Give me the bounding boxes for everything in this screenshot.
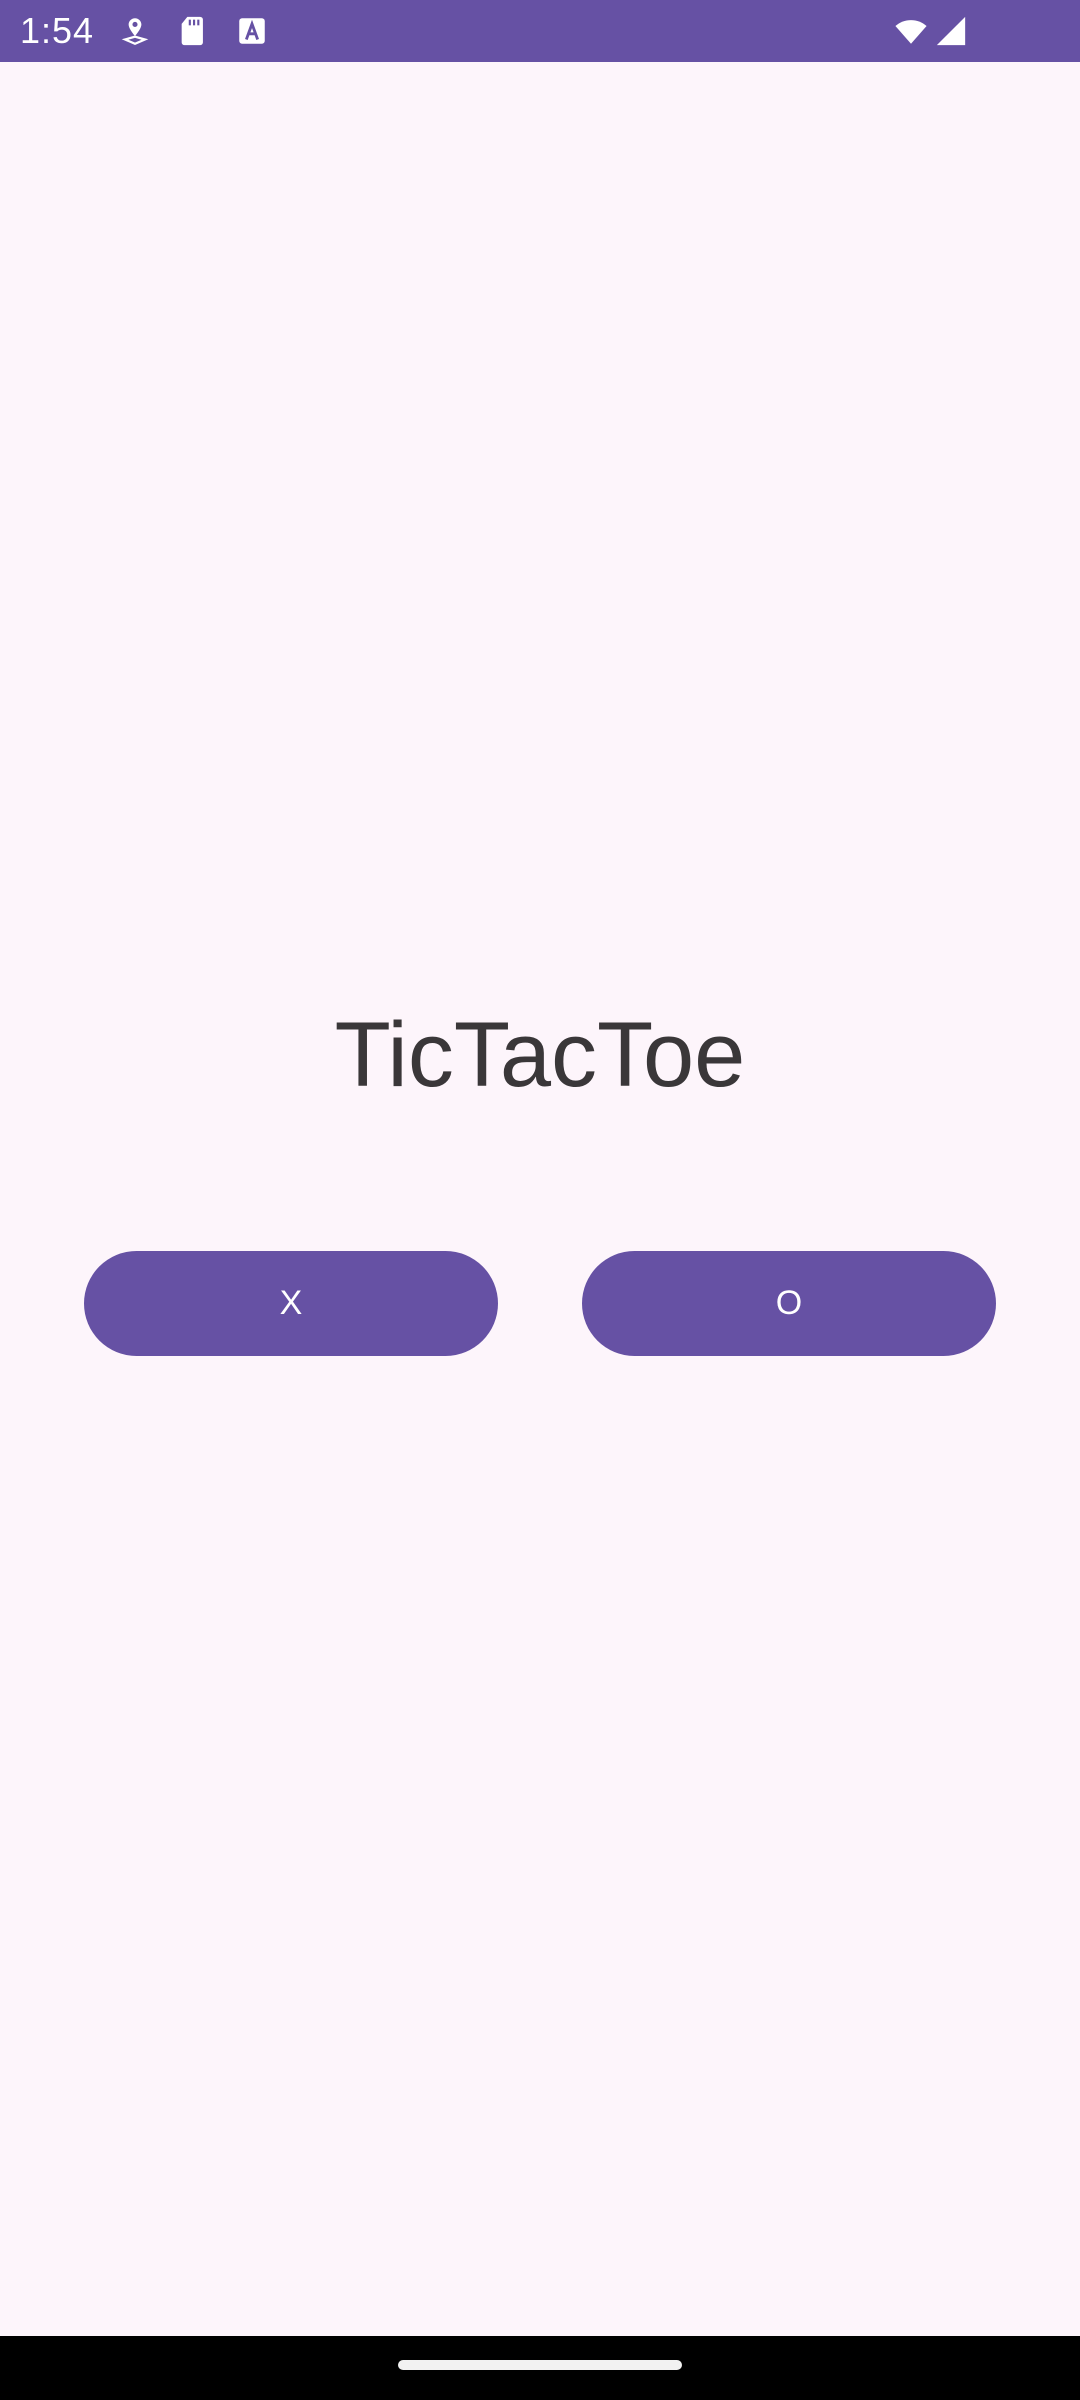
font-a-icon xyxy=(235,14,269,48)
gesture-handle[interactable] xyxy=(398,2360,682,2370)
signal-icon xyxy=(934,14,968,48)
choose-x-button[interactable]: X xyxy=(84,1251,498,1356)
page-title: TicTacToe xyxy=(334,1004,746,1106)
status-time: 1:54 xyxy=(20,10,95,51)
choose-o-button[interactable]: O xyxy=(582,1251,996,1356)
app-screen: 1:54 TicTacToe X O xyxy=(0,0,1080,2400)
navigation-bar xyxy=(0,2336,1080,2400)
sd-card-icon xyxy=(176,14,210,48)
status-bar: 1:54 xyxy=(0,0,1080,62)
location-pin-icon xyxy=(118,14,152,48)
wifi-icon xyxy=(892,14,930,48)
